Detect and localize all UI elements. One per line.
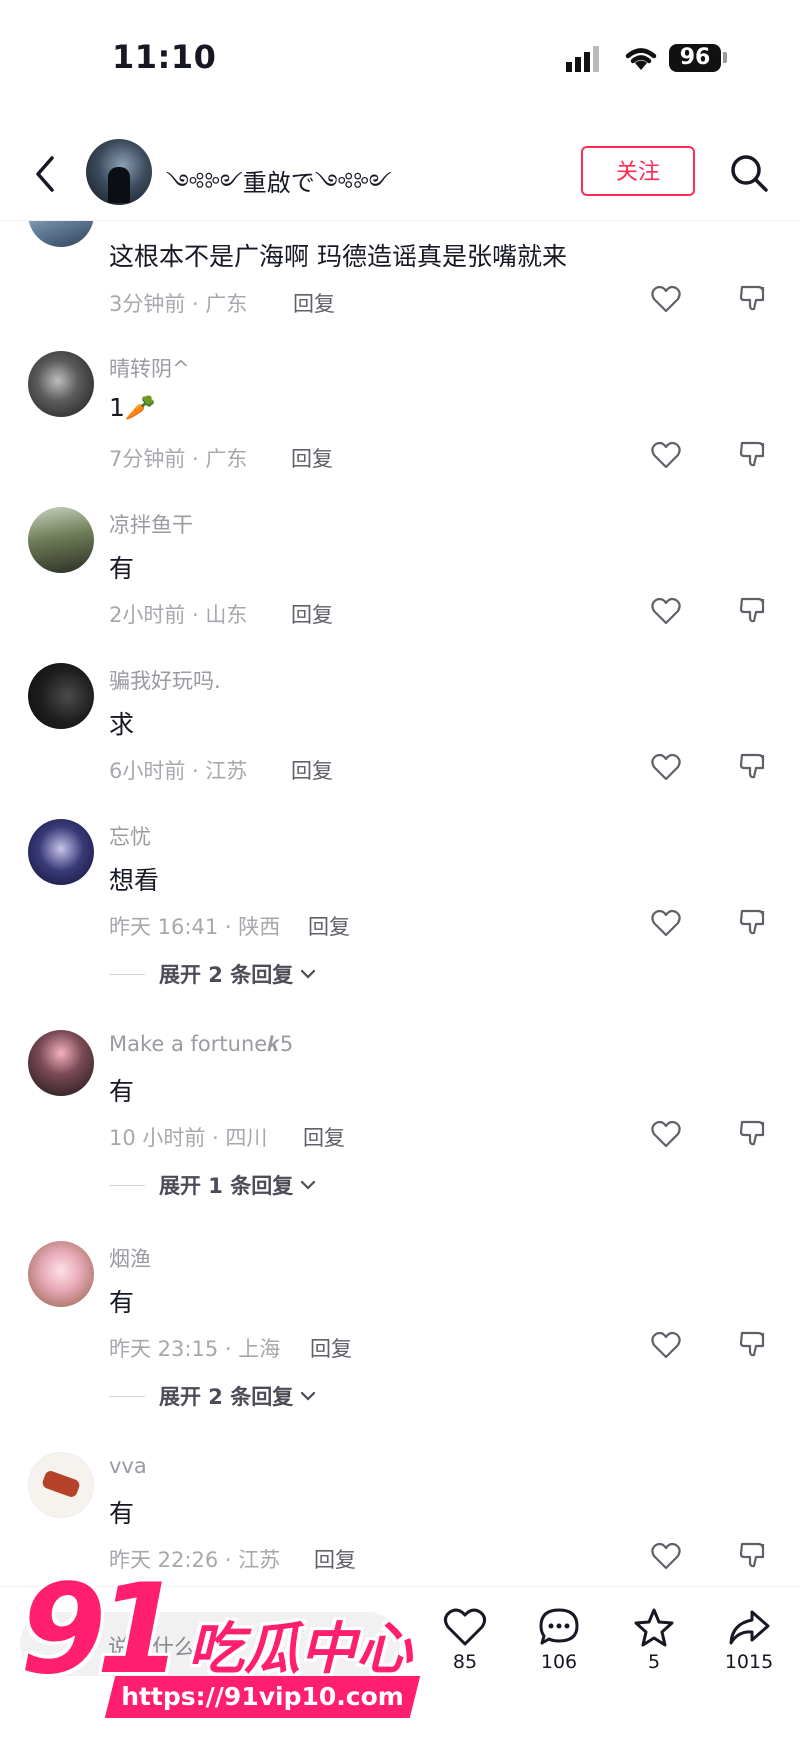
comment-count: 106 xyxy=(540,1651,578,1673)
dislike-icon[interactable] xyxy=(738,1118,768,1148)
expand-replies-label: 展开 2 条回复 xyxy=(159,1385,294,1409)
comment-text: 想看 xyxy=(109,866,160,895)
reply-button[interactable]: 回复 xyxy=(291,755,333,785)
like-icon[interactable] xyxy=(651,597,681,625)
comment-meta: 2小时前 · 山东 xyxy=(109,603,248,627)
watermark-url: https://91vip10.com xyxy=(121,1682,404,1711)
comment-text: 1🥕 xyxy=(109,393,157,422)
reply-button[interactable]: 回复 xyxy=(308,911,350,941)
comment-meta: 昨天 16:41 · 陕西 xyxy=(109,915,281,939)
chevron-down-icon xyxy=(300,1391,316,1401)
expand-divider xyxy=(109,974,145,975)
comment-username[interactable]: 烟渔 xyxy=(109,1243,151,1273)
status-bar: 11:10 96 xyxy=(0,0,800,110)
share-action[interactable]: 1015 xyxy=(704,1607,794,1693)
favorite-count: 5 xyxy=(647,1651,661,1673)
chevron-down-icon xyxy=(300,1180,316,1190)
reply-button[interactable]: 回复 xyxy=(291,443,333,473)
comment-username[interactable]: vva xyxy=(109,1454,147,1478)
expand-replies-label: 展开 1 条回复 xyxy=(159,1174,294,1198)
comment-text: 有 xyxy=(109,1077,135,1106)
comment-avatar[interactable] xyxy=(28,819,94,885)
reply-button[interactable]: 回复 xyxy=(293,288,335,318)
like-icon[interactable] xyxy=(651,285,681,313)
comment-avatar[interactable] xyxy=(28,663,94,729)
dislike-icon[interactable] xyxy=(738,1329,768,1359)
header-avatar[interactable] xyxy=(86,139,152,205)
dislike-icon[interactable] xyxy=(738,1540,768,1570)
like-icon[interactable] xyxy=(651,1331,681,1359)
comment-username[interactable]: 凉拌鱼干 xyxy=(109,509,193,539)
comment-avatar[interactable] xyxy=(28,1030,94,1096)
comment-meta: 10 小时前 · 四川 xyxy=(109,1126,268,1150)
header-username[interactable]: ༺༻重啟で༺༻ xyxy=(166,157,392,224)
dislike-icon[interactable] xyxy=(738,751,768,781)
heart-icon xyxy=(443,1608,487,1646)
expand-replies-label: 展开 2 条回复 xyxy=(159,963,294,987)
comment-text: 求 xyxy=(109,710,135,739)
share-arrow-icon xyxy=(729,1610,770,1645)
comment-meta: 6小时前 · 江苏 xyxy=(109,759,248,783)
like-icon[interactable] xyxy=(651,753,681,781)
comment-avatar[interactable] xyxy=(28,1241,94,1307)
comment-username[interactable]: 骗我好玩吗. xyxy=(109,665,221,695)
expand-divider xyxy=(109,1396,145,1397)
watermark-name: 吃瓜中心 xyxy=(188,1617,412,1682)
search-icon[interactable] xyxy=(728,152,770,194)
comment-username[interactable]: 忘忧 xyxy=(109,821,151,851)
watermark-logo: 91 吃瓜中心 https://91vip10.com xyxy=(20,1568,440,1738)
star-icon xyxy=(634,1608,674,1647)
reply-button[interactable]: 回复 xyxy=(303,1122,345,1152)
comment-list[interactable]: 这根本不是广海啊 玛德造谣真是张嘴就来 3分钟前 · 广东 回复 晴转阴^ 1🥕… xyxy=(0,221,800,1586)
comment-avatar[interactable] xyxy=(28,1452,94,1518)
battery-tip xyxy=(723,52,727,63)
dislike-icon[interactable] xyxy=(738,439,768,469)
comment-meta: 昨天 23:15 · 上海 xyxy=(109,1337,281,1361)
wifi-icon xyxy=(625,48,657,70)
comment-text: 有 xyxy=(109,1499,135,1528)
comment-bubble-icon xyxy=(539,1608,579,1645)
dislike-icon[interactable] xyxy=(738,907,768,937)
watermark-url-badge: https://91vip10.com xyxy=(104,1676,421,1718)
comment-meta: 3分钟前 · 广东 xyxy=(109,292,248,316)
status-time: 11:10 xyxy=(112,38,217,76)
follow-button[interactable]: 关注 xyxy=(581,146,695,196)
like-icon[interactable] xyxy=(651,441,681,469)
comment-text: 有 xyxy=(109,1288,135,1317)
favorite-action[interactable]: 5 xyxy=(609,1607,699,1693)
comment-action[interactable]: 106 xyxy=(514,1607,604,1693)
comment-avatar[interactable] xyxy=(28,221,94,247)
back-arrow-icon[interactable] xyxy=(30,152,60,196)
expand-divider xyxy=(109,1185,145,1186)
comment-avatar[interactable] xyxy=(28,351,94,417)
comment-username[interactable]: Make a fortune𝒌5 xyxy=(109,1032,293,1057)
dislike-icon[interactable] xyxy=(738,283,768,313)
like-icon[interactable] xyxy=(651,909,681,937)
like-icon[interactable] xyxy=(651,1542,681,1570)
profile-header: ༺༻重啟で༺༻ 关注 xyxy=(0,130,800,221)
comment-avatar[interactable] xyxy=(28,507,94,573)
reply-button[interactable]: 回复 xyxy=(310,1333,352,1363)
watermark-number: 91 xyxy=(20,1558,183,1702)
battery-indicator: 96 xyxy=(669,44,721,72)
comment-text: 这根本不是广海啊 玛德造谣真是张嘴就来 xyxy=(109,242,567,271)
like-icon[interactable] xyxy=(651,1120,681,1148)
dislike-icon[interactable] xyxy=(738,595,768,625)
chevron-down-icon xyxy=(300,969,316,979)
reply-button[interactable]: 回复 xyxy=(291,599,333,629)
comment-text: 有 xyxy=(109,554,135,583)
signal-icon xyxy=(566,46,599,72)
comment-username[interactable]: 晴转阴^ xyxy=(109,353,190,383)
share-count: 1015 xyxy=(724,1651,774,1673)
comment-meta: 7分钟前 · 广东 xyxy=(109,447,248,471)
